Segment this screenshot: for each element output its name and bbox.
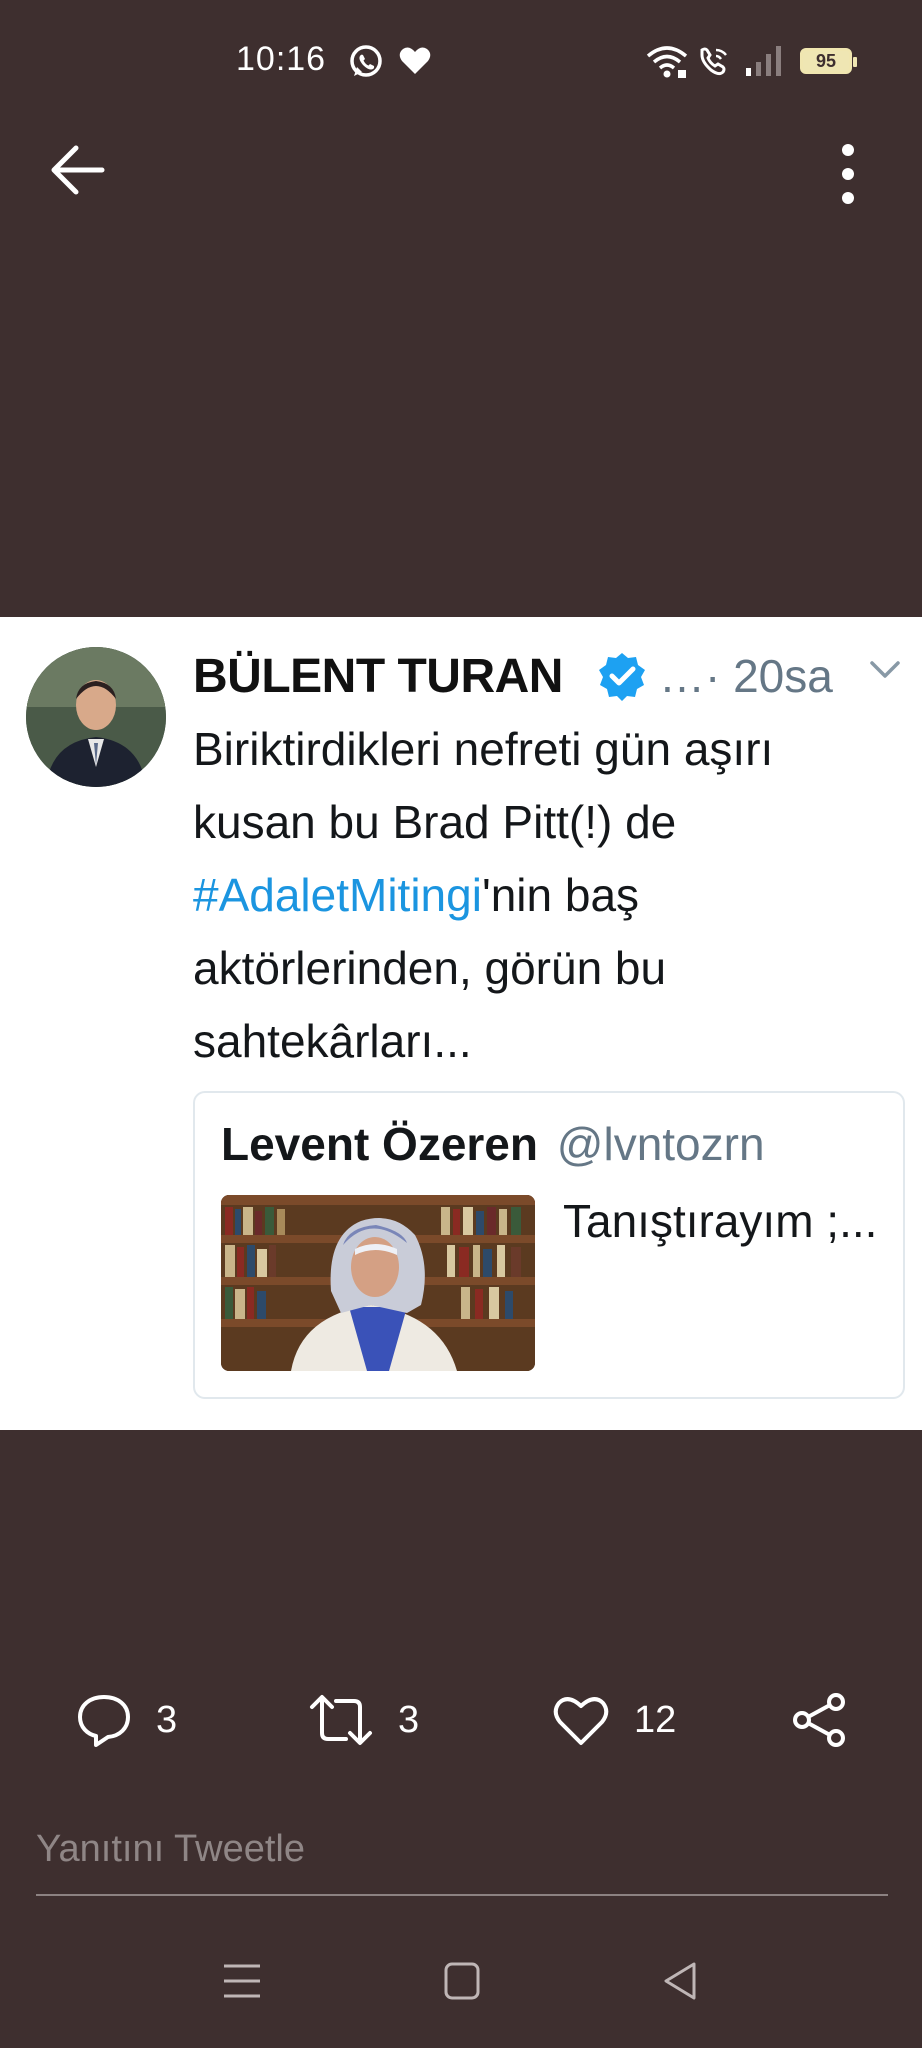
tweet-text: Biriktirdikleri nefreti gün aşırı kusan … xyxy=(193,713,893,1078)
like-count: 12 xyxy=(634,1698,677,1741)
quoted-tweet-header: Levent Özeren @lvntozrn xyxy=(221,1117,765,1171)
quoted-tweet-text: Tanıştırayım ;... xyxy=(563,1195,878,1247)
share-button[interactable] xyxy=(790,1680,848,1760)
tweet-header: BÜLENT TURAN …· 20sa xyxy=(193,645,913,709)
signal-icon xyxy=(744,44,784,83)
reply-icon xyxy=(78,1695,130,1747)
hashtag-link[interactable]: #AdaletMitingi xyxy=(193,869,482,921)
battery-icon: 95 xyxy=(800,48,857,74)
tweet-timestamp: …· 20sa xyxy=(659,650,833,702)
tweet-text-part: Biriktirdikleri nefreti gün aşırı kusan … xyxy=(193,723,774,848)
quoted-author-name: Levent Özeren xyxy=(221,1118,538,1170)
wifi-icon xyxy=(646,44,688,85)
like-button[interactable]: 12 xyxy=(552,1680,676,1760)
reply-input[interactable]: Yanıtını Tweetle xyxy=(36,1820,888,1896)
verified-badge-icon xyxy=(597,651,647,706)
reply-count: 3 xyxy=(156,1698,178,1741)
quoted-author-handle: @lvntozrn xyxy=(556,1118,765,1170)
author-name[interactable]: BÜLENT TURAN xyxy=(193,649,563,704)
home-square-icon[interactable] xyxy=(442,1960,482,2007)
quoted-tweet-card[interactable]: Levent Özeren @lvntozrn Tanıştırayım ;..… xyxy=(193,1091,905,1399)
wifi-call-icon xyxy=(696,44,732,85)
tweet-actions-bar: 3 3 12 xyxy=(0,1680,922,1760)
quoted-tweet-image[interactable] xyxy=(221,1195,535,1371)
chevron-down-icon[interactable] xyxy=(869,659,901,686)
avatar[interactable] xyxy=(26,647,166,787)
status-time: 10:16 xyxy=(236,40,327,78)
share-icon xyxy=(793,1693,845,1747)
retweet-button[interactable]: 3 xyxy=(308,1680,419,1760)
tweet-detail-screen: 10:16 95 BÜLENT TURAN …· 20sa Biriktirdi… xyxy=(0,0,922,2048)
retweet-icon xyxy=(310,1695,372,1745)
back-triangle-icon[interactable] xyxy=(660,1960,700,2007)
back-arrow-icon[interactable] xyxy=(48,142,118,202)
system-nav-bar xyxy=(0,1950,922,2020)
heart-outline-icon xyxy=(553,1697,609,1745)
heart-icon xyxy=(398,44,432,83)
status-bar: 10:16 95 xyxy=(0,30,922,90)
retweet-count: 3 xyxy=(398,1698,420,1741)
whatsapp-icon xyxy=(348,44,384,85)
more-vertical-icon[interactable] xyxy=(820,140,876,212)
menu-icon[interactable] xyxy=(222,1960,262,2007)
reply-button[interactable]: 3 xyxy=(76,1680,177,1760)
tweet-card[interactable]: BÜLENT TURAN …· 20sa Biriktirdikleri nef… xyxy=(0,617,922,1430)
